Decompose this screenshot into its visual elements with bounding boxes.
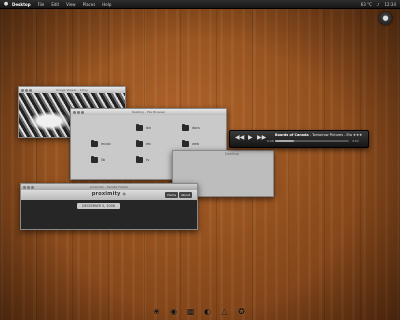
window-controls [23, 185, 34, 189]
blank-window-title: Desktop [225, 152, 239, 156]
network-icon[interactable]: △ [220, 307, 229, 316]
previous-icon[interactable]: ◀◀ [235, 134, 244, 142]
zoom-icon[interactable] [81, 110, 84, 114]
folder-icon [91, 140, 98, 147]
paw-icon[interactable]: ❀ [152, 307, 161, 316]
zoom-icon[interactable] [31, 185, 34, 189]
duration-time: 4:52 [352, 138, 359, 143]
browser-title: proximity - Mozilla Firefox [89, 185, 129, 189]
menu-file[interactable]: File [38, 2, 45, 7]
temperature-readout: 63 °C [360, 1, 372, 7]
image-viewer-title: Image Viewer - 12ivy [56, 88, 88, 92]
window-controls [21, 88, 32, 92]
folder-icon [136, 140, 143, 147]
folder-item[interactable]: lib [91, 156, 105, 163]
menu-places[interactable]: Places [83, 2, 96, 7]
close-icon[interactable] [73, 110, 76, 114]
clock[interactable]: 12:34 [384, 2, 396, 7]
play-icon[interactable]: ▶ [248, 134, 253, 142]
dock: ❀ ◉ ▩ ◐ △ ✪ [152, 307, 246, 316]
folder-icon [182, 124, 189, 131]
zoom-icon[interactable] [29, 88, 32, 92]
now-playing: Boards of Canada - Tomorrow Pictures - E… [275, 133, 362, 137]
top-panel: ● Desktop File Edit View Places Help 63 … [0, 0, 400, 9]
nav-home-button[interactable]: Home [165, 192, 179, 198]
media-player: ◀◀ ▶ ▶▶ Boards of Canada - Tomorrow Pict… [229, 130, 369, 148]
site-nav-buttons: Home About [165, 192, 192, 198]
close-icon[interactable] [23, 185, 26, 189]
system-tray: 63 °C ♪ 12:34 [361, 0, 396, 8]
folder-item[interactable]: etc [136, 140, 151, 147]
close-icon[interactable] [21, 88, 24, 92]
file-browser-title: Desktop - File Browser [131, 110, 166, 114]
date-pill: DECEMBER 5, 2006 [77, 203, 121, 209]
apple-logo-icon[interactable]: ● [3, 1, 9, 7]
window-controls [73, 110, 84, 114]
volume-icon[interactable]: ♪ [377, 2, 380, 7]
folder-item[interactable]: bin [136, 124, 151, 131]
eject-icon[interactable]: ● [379, 12, 392, 25]
track-title: Boards of Canada [275, 133, 309, 137]
site-tagline: ● [122, 191, 127, 196]
next-icon[interactable]: ▶▶ [257, 134, 266, 142]
menu-help[interactable]: Help [102, 2, 111, 7]
menu-app-name[interactable]: Desktop [12, 2, 31, 7]
folder-item[interactable]: web [182, 140, 199, 147]
nav-about-button[interactable]: About [179, 192, 192, 198]
folder-item[interactable]: tv [136, 156, 149, 163]
track-detail: - Tomorrow Pictures - Eta [309, 133, 352, 137]
terminal-icon[interactable]: ▩ [186, 307, 195, 316]
folder-icon [136, 156, 143, 163]
folder-icon [136, 124, 143, 131]
browser-window[interactable]: proximity - Mozilla Firefox proximity ● … [20, 183, 198, 230]
folder-item[interactable]: docs [182, 124, 200, 131]
minimize-icon[interactable] [27, 185, 30, 189]
progress-fill [275, 140, 294, 142]
minimize-icon[interactable] [77, 110, 80, 114]
menu-view[interactable]: View [66, 2, 76, 7]
folder-item[interactable]: music [91, 140, 111, 147]
track-rating[interactable]: ★★★ [353, 133, 362, 137]
menu-edit[interactable]: Edit [51, 2, 59, 7]
palette-icon[interactable]: ◐ [203, 307, 212, 316]
minimize-icon[interactable] [25, 88, 28, 92]
browser-content: DECEMBER 5, 2006 [21, 200, 197, 229]
site-name-text: proximity [91, 191, 121, 197]
firefox-icon[interactable]: ◉ [169, 307, 178, 316]
folder-icon [91, 156, 98, 163]
site-header: proximity ● Home About [21, 190, 197, 200]
progress-slider[interactable] [275, 140, 349, 142]
folder-icon [182, 140, 189, 147]
elapsed-time: 0:26 [267, 138, 274, 143]
flash-icon[interactable]: ✪ [237, 307, 246, 316]
